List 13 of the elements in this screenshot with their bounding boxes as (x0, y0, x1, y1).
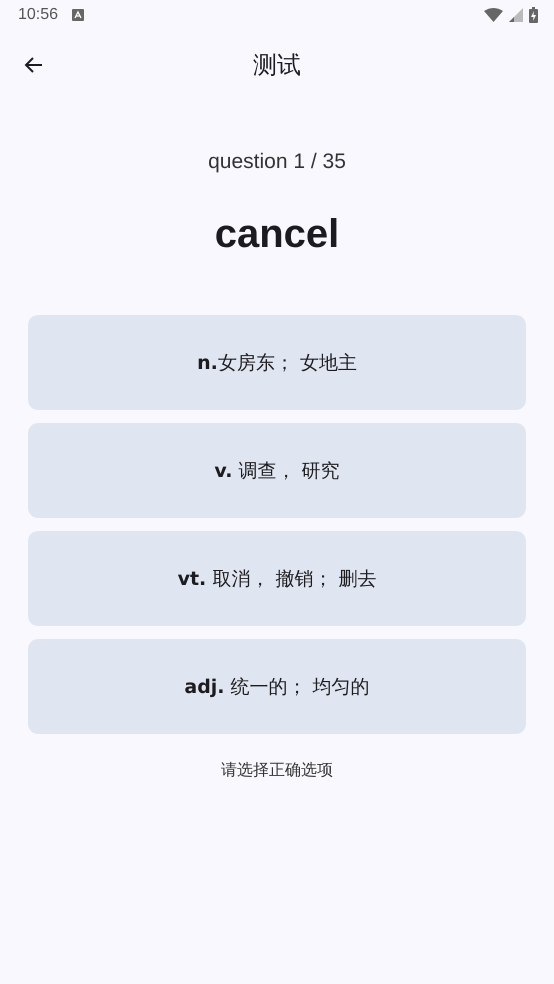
status-time: 10:56 (18, 6, 58, 24)
answer-option[interactable]: adj. 统一的； 均匀的 (28, 639, 526, 734)
page-title: 测试 (253, 50, 301, 81)
signal-icon (509, 8, 523, 22)
answer-option[interactable]: vt. 取消， 撤销； 删去 (28, 531, 526, 626)
wifi-icon (484, 8, 503, 22)
hint-text: 请选择正确选项 (221, 760, 333, 781)
answer-option[interactable]: v. 调查， 研究 (28, 423, 526, 518)
battery-charging-icon (529, 7, 538, 23)
keyboard-icon (72, 9, 84, 21)
quiz-word: cancel (214, 212, 340, 257)
answer-option[interactable]: n.女房东； 女地主 (28, 315, 526, 410)
question-counter: question 1 / 35 (208, 150, 346, 174)
